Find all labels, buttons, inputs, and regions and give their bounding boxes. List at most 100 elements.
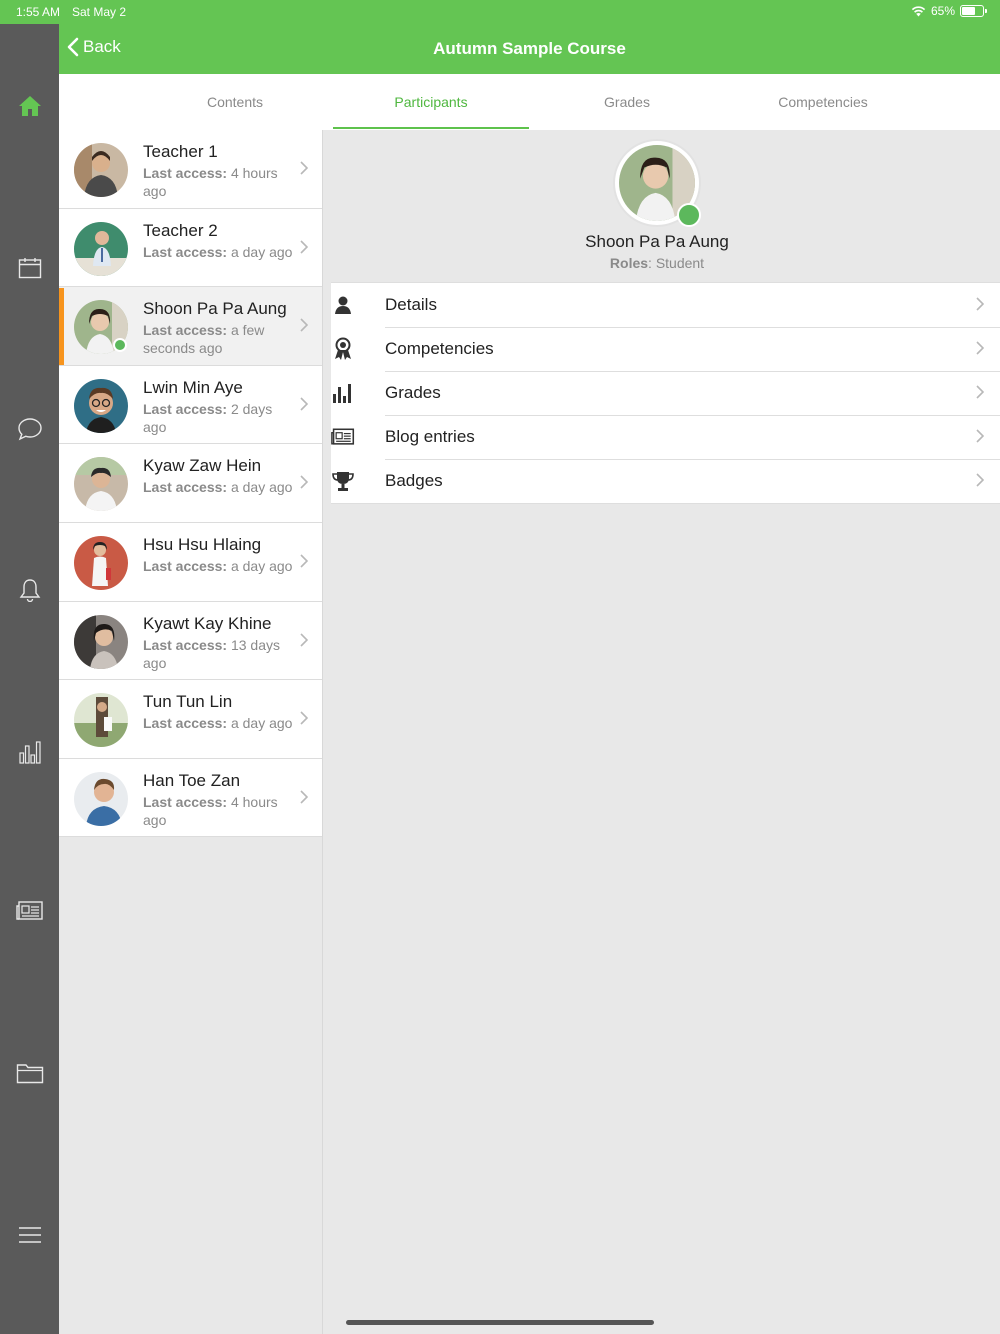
menu-item-details[interactable]: Details <box>331 283 1000 327</box>
nav-header: Back Autumn Sample Course <box>59 24 1000 74</box>
battery-icon <box>960 5 987 17</box>
participant-name: Lwin Min Aye <box>143 377 243 397</box>
main-menu-rail <box>0 24 59 1334</box>
avatar <box>74 457 128 512</box>
online-indicator <box>113 338 127 353</box>
chevron-right-icon <box>976 341 984 355</box>
chevron-right-icon <box>300 632 308 647</box>
menu-item-label: Competencies <box>385 339 494 358</box>
participant-last-access: Last access: a day ago <box>143 479 293 496</box>
chevron-right-icon <box>300 790 308 804</box>
chevron-right-icon <box>300 475 308 489</box>
participant-last-access: Last access: 13 days ago <box>143 636 280 671</box>
status-date: Sat May 2 <box>72 5 127 19</box>
chevron-right-icon <box>300 397 308 411</box>
participant-name: Tun Tun Lin <box>143 692 233 712</box>
tab-competencies[interactable]: Competencies <box>725 74 921 130</box>
battery-percent: 65% <box>930 4 955 18</box>
profile-roles: Roles: Student <box>609 255 705 271</box>
tab-grades[interactable]: Grades <box>529 74 725 130</box>
participant-row[interactable]: Kyawt Kay Khine Last access: 13 days ago <box>59 601 322 681</box>
avatar <box>74 378 128 433</box>
chevron-right-icon <box>300 554 308 568</box>
menu-item-competencies[interactable]: Competencies <box>331 327 1000 371</box>
avatar <box>74 535 128 590</box>
rail-files[interactable] <box>0 1051 59 1095</box>
menu-item-badges[interactable]: Badges <box>331 459 1000 503</box>
bar-chart-icon <box>18 741 41 764</box>
course-tabs: Contents Participants Grades Competencie… <box>59 74 1000 130</box>
chevron-right-icon <box>300 711 308 725</box>
participant-menu: Details Competencies Grades Blog entries… <box>331 282 1000 504</box>
tab-contents[interactable]: Contents <box>137 74 333 130</box>
participant-row-selected[interactable]: Shoon Pa Pa Aung Last access: a few seco… <box>59 287 322 366</box>
person-icon <box>335 296 351 314</box>
rail-calendar[interactable] <box>0 246 59 290</box>
status-right: 65% <box>911 4 987 18</box>
rail-blog[interactable] <box>0 889 59 933</box>
chevron-right-icon <box>976 385 984 399</box>
menu-icon <box>18 1227 41 1243</box>
participant-row[interactable]: Teacher 1 Last access: 4 hours ago <box>59 130 322 209</box>
status-time: 1:55 AM <box>16 5 61 19</box>
participant-row[interactable]: Hsu Hsu Hlaing Last access: a day ago <box>59 522 322 602</box>
calendar-icon <box>18 258 41 279</box>
participant-last-access: Last access: a few seconds ago <box>143 322 265 357</box>
avatar <box>74 143 128 197</box>
participant-name: Hsu Hsu Hlaing <box>143 534 262 554</box>
participant-row[interactable]: Kyaw Zaw Hein Last access: a day ago <box>59 444 322 523</box>
wifi-icon <box>911 6 926 17</box>
participant-name: Kyawt Kay Khine <box>143 613 272 633</box>
rail-messages[interactable] <box>0 407 59 451</box>
online-indicator <box>677 203 701 227</box>
page-title: Autumn Sample Course <box>433 39 626 58</box>
rail-home[interactable] <box>0 84 59 128</box>
participant-last-access: Last access: 4 hours ago <box>143 793 278 828</box>
bar-chart-icon <box>333 384 351 403</box>
chevron-right-icon <box>300 240 308 254</box>
menu-item-blog-entries[interactable]: Blog entries <box>331 415 1000 459</box>
newspaper-icon <box>331 428 355 445</box>
split-divider <box>322 130 323 1334</box>
chat-bubble-icon <box>17 418 42 441</box>
award-ribbon-icon <box>335 337 351 360</box>
participant-name: Shoon Pa Pa Aung <box>143 299 287 319</box>
participants-list: Teacher 1 Last access: 4 hours ago Teach… <box>59 130 322 838</box>
menu-item-label: Details <box>385 295 437 314</box>
chevron-right-icon <box>976 297 984 311</box>
tab-participants[interactable]: Participants <box>333 74 529 130</box>
participant-last-access: Last access: 2 days ago <box>143 400 273 435</box>
rail-notifications[interactable] <box>0 568 59 612</box>
participant-profile: Shoon Pa Pa Aung Roles: Student <box>333 130 1000 283</box>
participant-name: Teacher 2 <box>143 220 218 240</box>
menu-item-label: Badges <box>385 471 443 490</box>
participant-row[interactable]: Tun Tun Lin Last access: a day ago <box>59 680 322 759</box>
chevron-right-icon <box>300 161 308 175</box>
trophy-icon <box>332 472 354 491</box>
newspaper-icon <box>15 901 43 920</box>
avatar <box>74 221 128 276</box>
rail-grades[interactable] <box>0 730 59 774</box>
folder-icon <box>16 1064 43 1084</box>
status-bar: 1:55 AM Sat May 2 65% <box>0 0 1000 24</box>
participant-name: Han Toe Zan <box>143 770 241 790</box>
chevron-right-icon <box>976 473 984 487</box>
chevron-right-icon <box>976 429 984 443</box>
participant-row[interactable]: Lwin Min Aye Last access: 2 days ago <box>59 365 322 445</box>
menu-item-label: Blog entries <box>385 427 475 446</box>
participant-name: Teacher 1 <box>143 142 218 161</box>
avatar <box>74 693 128 748</box>
bell-icon <box>19 579 40 602</box>
rail-more[interactable] <box>0 1213 59 1257</box>
menu-item-grades[interactable]: Grades <box>331 371 1000 415</box>
participant-row[interactable]: Teacher 2 Last access: a day ago <box>59 208 322 288</box>
participant-last-access: Last access: a day ago <box>143 715 293 732</box>
avatar <box>74 614 128 669</box>
participant-name: Kyaw Zaw Hein <box>143 456 262 476</box>
home-icon <box>18 96 41 116</box>
chevron-right-icon <box>300 318 308 332</box>
participant-last-access: Last access: a day ago <box>143 557 293 574</box>
home-indicator[interactable] <box>346 1320 654 1325</box>
participant-row[interactable]: Han Toe Zan Last access: 4 hours ago <box>59 758 322 838</box>
participant-last-access: Last access: a day ago <box>143 243 293 260</box>
